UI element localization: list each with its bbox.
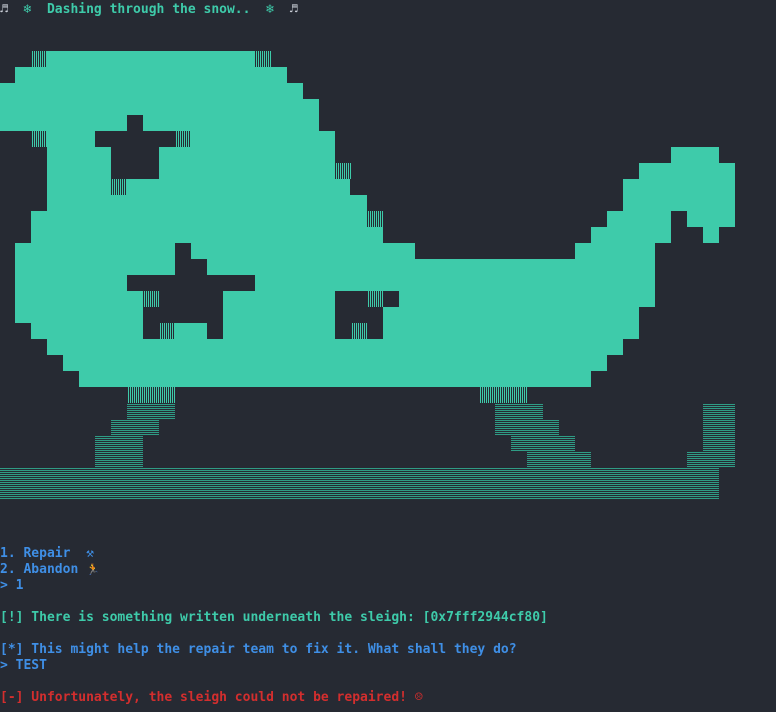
music-note-icon: ♬	[0, 2, 8, 17]
title-text: Dashing through the snow..	[46, 2, 251, 17]
answer-input[interactable]: > TEST	[0, 658, 47, 674]
snowflake-icon: ❄	[266, 2, 274, 17]
error-message: [-] Unfortunately, the sleigh could not …	[0, 690, 423, 705]
menu-prompt-input[interactable]: > 1	[0, 578, 23, 594]
running-person-icon: 🏃	[86, 563, 100, 576]
menu-item-repair: 1. Repair ⚒	[0, 546, 94, 561]
music-note-icon: ♬	[289, 2, 298, 17]
title-line: ♬ ❄ Dashing through the snow.. ❄ ♬	[0, 2, 297, 18]
terminal-window[interactable]: ♬ ❄ Dashing through the snow.. ❄ ♬ 1. Re…	[0, 0, 776, 712]
menu-item-abandon: 2. Abandon 🏃	[0, 562, 100, 577]
hammer-pick-icon: ⚒	[86, 546, 94, 561]
question-message: [*] This might help the repair team to f…	[0, 642, 517, 657]
snowflake-icon: ❄	[23, 2, 32, 17]
sleigh-runners	[0, 403, 735, 499]
sleigh-pixel-art	[0, 51, 735, 499]
info-message: [!] There is something written underneat…	[0, 610, 548, 625]
